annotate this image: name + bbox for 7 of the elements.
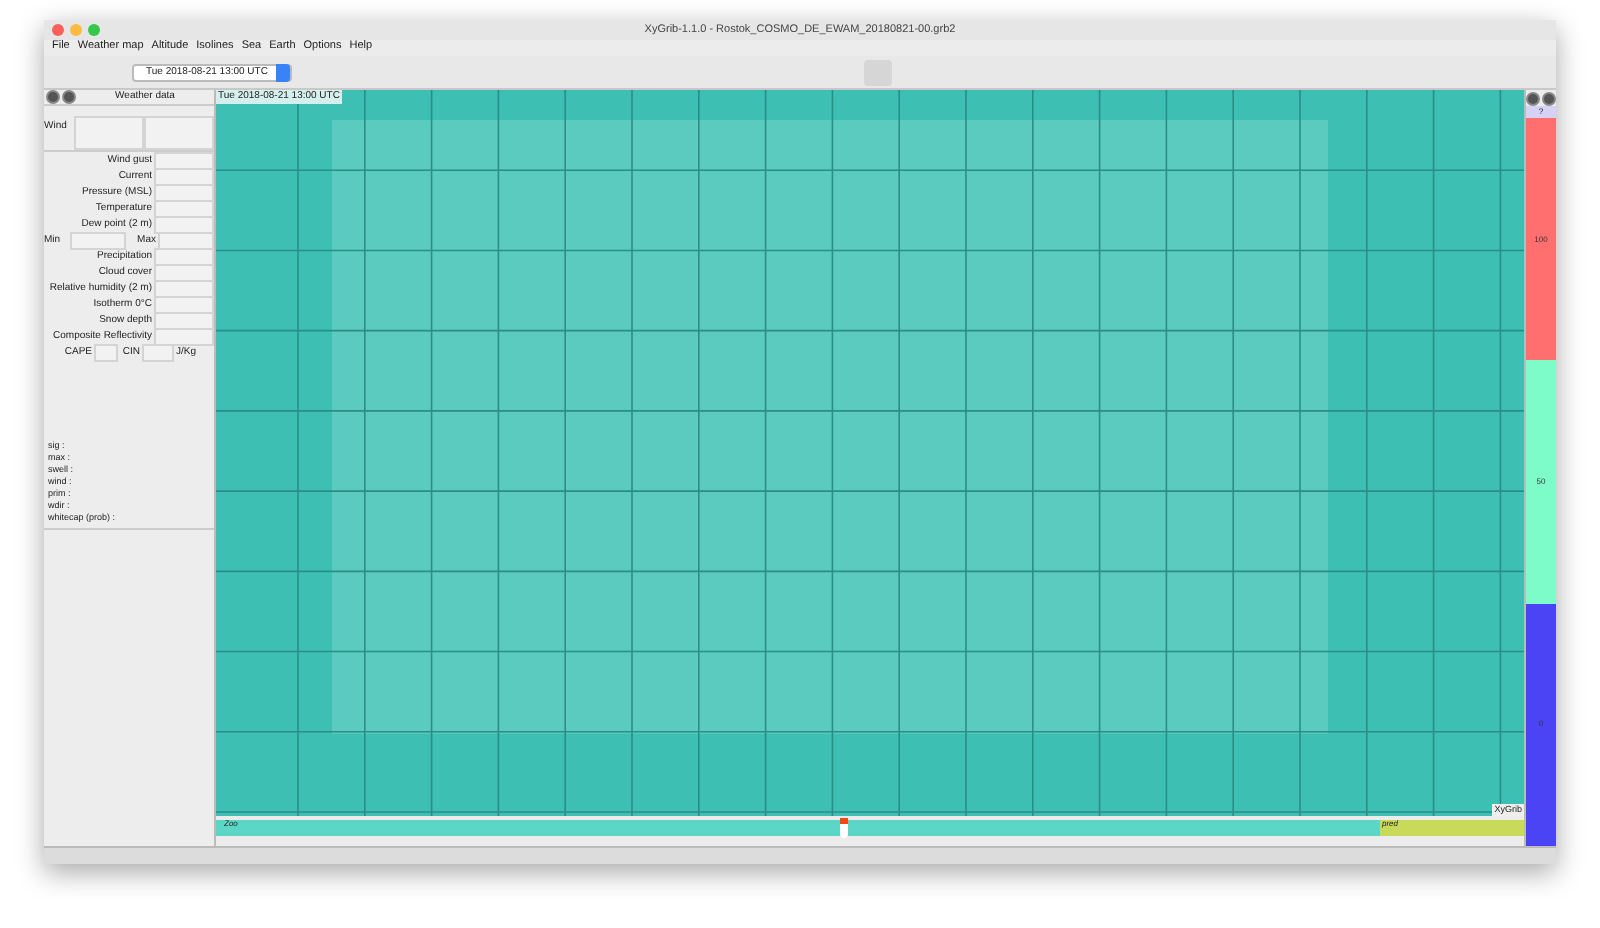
value-cell: [142, 343, 174, 361]
value-cell: [94, 343, 118, 361]
close-icon[interactable]: [46, 90, 60, 104]
value-cell: [70, 231, 126, 249]
slider-handle[interactable]: [839, 818, 848, 838]
close-icon[interactable]: [1526, 91, 1540, 105]
dropdown-icon: [275, 63, 290, 81]
